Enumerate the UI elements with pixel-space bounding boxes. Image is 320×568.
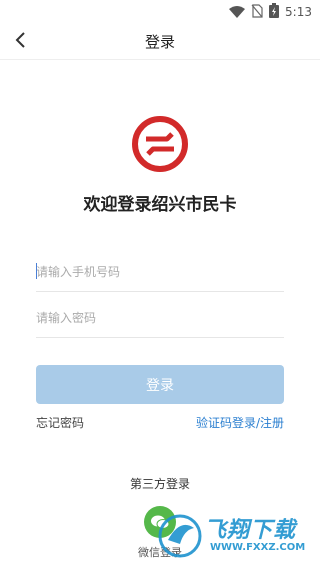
status-time: 5:13 [285,5,312,19]
forgot-password-link[interactable]: 忘记密码 [36,414,84,431]
welcome-title: 欢迎登录绍兴市民卡 [83,195,237,215]
watermark-logo-icon [158,514,202,558]
phone-field[interactable] [36,248,284,292]
text-cursor [36,263,37,279]
password-input[interactable] [36,294,284,337]
phone-input[interactable] [36,248,284,291]
back-button[interactable] [6,28,34,56]
battery-charging-icon [269,2,280,22]
auth-links: 忘记密码 验证码登录/注册 [36,414,284,430]
wifi-icon [229,3,246,22]
status-bar: 5:13 [0,0,320,24]
watermark-url: WWW.FXXZ.COM [210,542,306,553]
no-sim-icon [251,3,263,22]
login-button[interactable]: 登录 [36,365,284,404]
page-title: 登录 [144,33,175,51]
back-arrow-icon [13,31,27,53]
sms-login-register-link[interactable]: 验证码登录/注册 [196,414,284,431]
status-icons: 5:13 [229,2,312,22]
password-field[interactable] [36,294,284,338]
watermark-brand: 飞翔下载 [204,518,297,543]
nav-bar: 登录 [0,24,320,60]
watermark: 飞翔下载 WWW.FXXZ.COM [158,508,308,566]
shaoxing-card-logo [131,115,189,173]
third-party-title: 第三方登录 [129,477,190,491]
